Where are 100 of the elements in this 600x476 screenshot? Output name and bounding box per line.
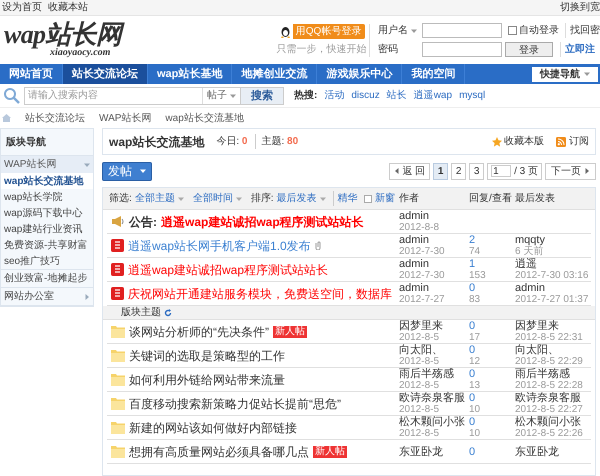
username-field[interactable] bbox=[422, 23, 502, 38]
author-name[interactable]: admin bbox=[399, 210, 469, 222]
page-button[interactable]: 2 bbox=[451, 162, 466, 180]
new-window-label: 新窗 bbox=[375, 192, 395, 206]
last-poster[interactable]: 因梦里来 bbox=[515, 320, 591, 332]
last-poster[interactable]: 欧诗奈泉客服 bbox=[515, 392, 591, 404]
author-name[interactable]: 因梦里来 bbox=[399, 320, 469, 332]
reply-count: 0 bbox=[469, 368, 476, 380]
nav-tab[interactable]: wap站长基地 bbox=[148, 64, 232, 84]
sidebar-item[interactable]: wap站长交流基地 bbox=[1, 173, 93, 189]
sort-dropdown[interactable]: 最后发表 bbox=[276, 191, 326, 206]
caret-icon bbox=[236, 196, 242, 202]
caret-icon bbox=[394, 168, 400, 174]
thread-title-link[interactable]: 庆祝网站开通建站服务模块，免费送空间，数据库 bbox=[128, 284, 392, 302]
author-name[interactable]: admin bbox=[399, 282, 469, 294]
author-name[interactable]: 向太阳、 bbox=[399, 344, 469, 356]
page-input[interactable]: 1 bbox=[491, 165, 512, 177]
logo-subtitle: xiaoyaocy.com bbox=[48, 48, 112, 58]
star-icon bbox=[492, 136, 502, 146]
auto-login-checkbox[interactable] bbox=[508, 26, 517, 35]
top-link[interactable]: 收藏本站 bbox=[48, 0, 88, 15]
last-poster[interactable]: admin bbox=[515, 282, 591, 294]
last-poster[interactable]: 雨后半殇感 bbox=[515, 368, 591, 380]
author-name[interactable]: 松木颗问小张 bbox=[399, 416, 469, 428]
author-name[interactable]: 东亚卧龙 bbox=[399, 446, 469, 458]
last-poster[interactable]: mqqty bbox=[515, 234, 591, 246]
folder-icon bbox=[111, 421, 125, 434]
nav-tab[interactable]: 游戏娱乐中心 bbox=[317, 64, 402, 84]
rss-icon bbox=[556, 136, 566, 146]
topic-filter-dropdown[interactable]: 全部主题 bbox=[134, 191, 184, 206]
back-button[interactable]: 返 回 bbox=[389, 162, 430, 180]
digest-filter-link[interactable]: 精华 bbox=[332, 191, 358, 206]
thread-title-link[interactable]: 如何利用外链给网站带来流量 bbox=[129, 370, 285, 388]
wide-version-link[interactable]: 切换到宽 bbox=[560, 0, 600, 15]
folder-icon bbox=[111, 325, 125, 338]
sidebar-item[interactable]: wap建站行业资讯 bbox=[1, 221, 93, 237]
subscribe-link[interactable]: 订阅 bbox=[569, 134, 589, 149]
thread-title-link[interactable]: 逍遥wap建站诚招wap程序测试站站长 bbox=[161, 212, 364, 230]
thread-title-link[interactable]: 关键词的选取是策略型的工作 bbox=[129, 346, 285, 364]
sidebar-item[interactable]: wap源码下载中心 bbox=[1, 205, 93, 221]
breadcrumb-link[interactable]: WAP站长网 bbox=[99, 110, 152, 126]
page-button[interactable]: 1 bbox=[433, 162, 448, 180]
password-field[interactable] bbox=[422, 42, 502, 57]
auto-login-label: 自动登录 bbox=[519, 24, 559, 38]
new-window-checkbox[interactable] bbox=[364, 194, 372, 202]
hot-search-link[interactable]: 活动 bbox=[324, 88, 344, 103]
sort-label: 排序: bbox=[250, 192, 274, 206]
forgot-password-link[interactable]: 找回密 bbox=[565, 23, 600, 38]
view-count: 10 bbox=[469, 428, 482, 440]
notice-label: 公告: bbox=[129, 214, 157, 230]
last-poster[interactable]: 东亚卧龙 bbox=[515, 446, 591, 458]
quick-nav-button[interactable]: 快捷导航 bbox=[532, 66, 598, 82]
search-button[interactable]: 搜索 bbox=[240, 88, 283, 104]
caret-icon bbox=[584, 71, 590, 77]
page-button[interactable]: 3 bbox=[469, 162, 484, 180]
breadcrumb-link[interactable]: wap站长交流基地 bbox=[165, 110, 244, 126]
thread-title-link[interactable]: 新建的网站该如何做好内部链接 bbox=[129, 418, 297, 436]
last-post-time: 6 天前 bbox=[515, 246, 544, 258]
register-link[interactable]: 立即注 bbox=[560, 42, 595, 57]
folder-icon bbox=[111, 397, 125, 410]
login-button[interactable]: 登录 bbox=[505, 42, 553, 57]
last-poster[interactable]: 松木颗问小张 bbox=[515, 416, 591, 428]
search-field[interactable]: 请输入搜索内容 帖子 搜索 bbox=[24, 86, 284, 104]
author-name[interactable]: 欧诗奈泉客服 bbox=[399, 392, 469, 404]
hot-search-link[interactable]: discuz bbox=[351, 88, 380, 103]
nav-tab[interactable]: 站长交流论坛 bbox=[63, 64, 148, 84]
home-icon[interactable] bbox=[2, 114, 11, 122]
thread-title-link[interactable]: 想拥有高质量网站必须具备哪几点 bbox=[129, 442, 309, 460]
username-dropdown[interactable]: 用户名 bbox=[378, 23, 422, 38]
author-name[interactable]: admin bbox=[399, 234, 469, 246]
new-post-button[interactable]: 发帖 bbox=[102, 162, 152, 180]
refresh-icon[interactable] bbox=[164, 308, 172, 316]
hot-search-link[interactable]: mysql bbox=[459, 88, 486, 103]
author-name[interactable]: admin bbox=[399, 258, 469, 270]
sidebar-item[interactable]: 免费资源-共享财富 bbox=[1, 237, 93, 253]
thread-title-link[interactable]: 逍遥wap建站诚招wap程序测试站站长 bbox=[128, 260, 328, 278]
thread-title-link[interactable]: 百度移动搜索新策略力促站长提前“思危” bbox=[129, 394, 341, 412]
favorite-link[interactable]: 收藏本版 bbox=[504, 134, 544, 149]
next-page-button[interactable]: 下一页 bbox=[545, 162, 596, 180]
thread-title-link[interactable]: 逍遥wap站长网手机客户端1.0发布 bbox=[128, 236, 311, 254]
post-date: 2012-7-30 bbox=[399, 270, 446, 282]
post-date: 2012-8-5 bbox=[399, 380, 440, 392]
view-count: 153 bbox=[469, 270, 487, 282]
breadcrumb-link[interactable]: 站长交流论坛 bbox=[25, 110, 85, 126]
hot-search-link[interactable]: 站长 bbox=[386, 88, 407, 103]
last-poster[interactable]: 逍遥 bbox=[515, 258, 591, 270]
hot-search-link[interactable]: 逍遥wap bbox=[414, 88, 452, 103]
nav-tab[interactable]: 地摊创业交流 bbox=[232, 64, 318, 84]
today-stat: 今日: 0 bbox=[216, 135, 248, 149]
last-post-time: 2012-8-5 22:31 bbox=[515, 332, 584, 344]
sidebar-item[interactable]: wap站长学院 bbox=[1, 189, 93, 205]
top-link[interactable]: 设为首页 bbox=[2, 0, 42, 15]
nav-tab[interactable]: 我的空间 bbox=[402, 64, 466, 84]
last-poster[interactable]: 向太阳、 bbox=[515, 344, 591, 356]
sidebar-item[interactable]: seo推广技巧 bbox=[1, 253, 93, 269]
reply-count: 0 bbox=[469, 416, 476, 428]
time-filter-dropdown[interactable]: 全部时间 bbox=[192, 191, 242, 206]
thread-title-link[interactable]: 谈网站分析师的“先决条件” bbox=[129, 322, 269, 340]
author-name[interactable]: 雨后半殇感 bbox=[399, 368, 469, 380]
sidebar-group[interactable]: WAP站长网 bbox=[1, 156, 93, 173]
